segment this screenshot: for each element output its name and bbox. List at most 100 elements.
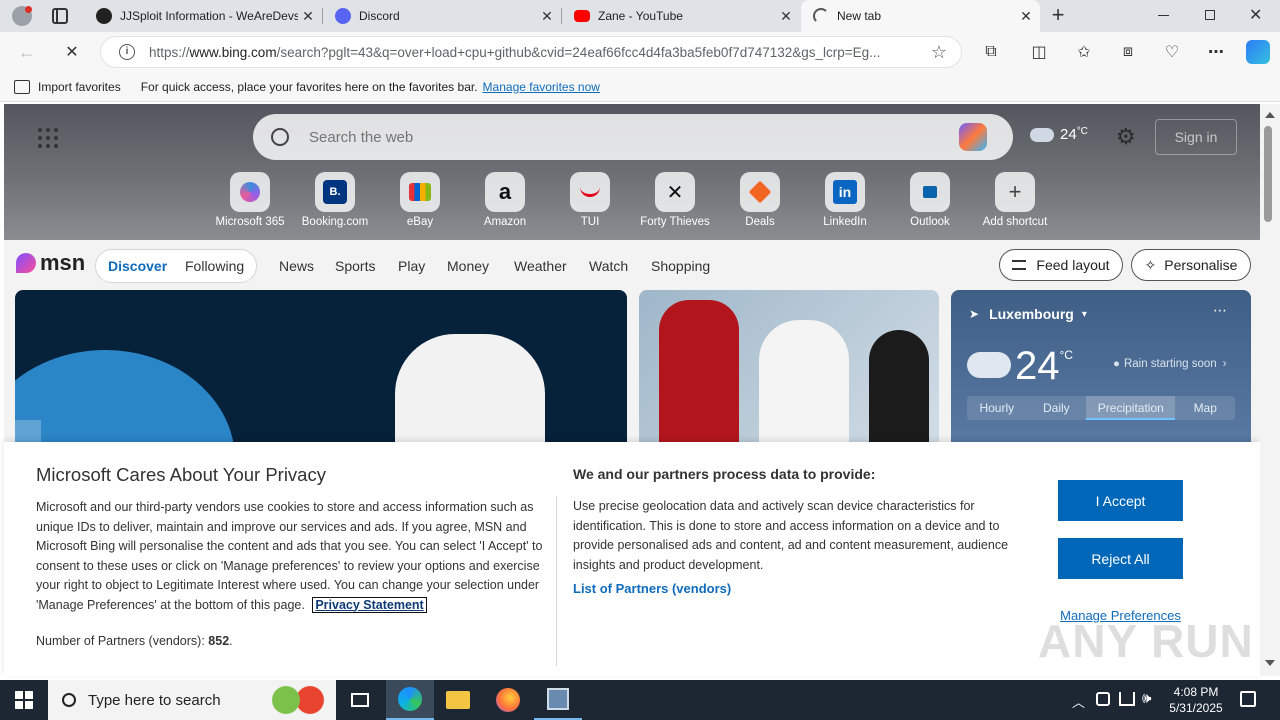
tab-discover[interactable]: Discover — [108, 258, 167, 274]
tab-jjsploit[interactable]: JJSploit Information - WeAreDevs ✕ — [84, 0, 322, 32]
search-box[interactable] — [253, 114, 1013, 160]
collections-icon[interactable]: ⧈ — [1117, 41, 1139, 63]
close-tab-icon[interactable]: ✕ — [537, 8, 557, 25]
task-view-icon — [351, 693, 369, 707]
close-tab-icon[interactable]: ✕ — [776, 8, 796, 25]
new-tab-icon[interactable]: + — [1048, 4, 1068, 28]
tab-discord[interactable]: Discord ✕ — [323, 0, 561, 32]
vendors-list-link[interactable]: List of Partners (vendors) — [573, 581, 731, 596]
show-hidden-icons[interactable]: ︿ — [1072, 692, 1085, 711]
favorites-icon[interactable]: ✩ — [1073, 41, 1095, 63]
weather-tab-hourly[interactable]: Hourly — [967, 396, 1027, 420]
accept-button[interactable]: I Accept — [1058, 480, 1183, 521]
chevron-right-icon[interactable]: › — [1223, 358, 1227, 370]
notifications-icon[interactable] — [1240, 691, 1256, 707]
copilot-icon[interactable] — [1246, 40, 1270, 64]
shortcut-amazon[interactable]: a Amazon — [464, 172, 546, 228]
weather-card[interactable]: ➤ Luxembourg ▾ ⋯ 24 °C ● Rain starting s… — [951, 290, 1251, 450]
browser-essentials-icon[interactable]: ♡ — [1161, 41, 1183, 63]
scroll-thumb[interactable] — [1264, 126, 1272, 222]
settings-gear-icon[interactable]: ⚙ — [1116, 124, 1136, 150]
taskbar-edge[interactable] — [386, 680, 434, 720]
shortcut-ebay[interactable]: eBay — [379, 172, 461, 228]
shortcut-booking[interactable]: B. Booking.com — [294, 172, 376, 228]
taskbar-search-box[interactable]: Type here to search — [48, 680, 336, 720]
search-input[interactable] — [309, 128, 949, 146]
chevron-down-icon[interactable]: ▾ — [1082, 309, 1087, 320]
privacy-statement-link[interactable]: Privacy Statement — [312, 596, 427, 613]
edge-icon — [398, 687, 422, 711]
consent-right-body: Use precise geolocation data and activel… — [573, 499, 1009, 572]
tab-actions-icon[interactable] — [52, 8, 68, 24]
more-options-icon[interactable]: ⋯ — [1213, 302, 1227, 319]
profile-avatar[interactable] — [12, 6, 32, 26]
weather-widget[interactable]: 24 °C — [1030, 126, 1088, 143]
nav-watch[interactable]: Watch — [589, 258, 628, 274]
restore-icon[interactable] — [1205, 10, 1215, 20]
close-tab-icon[interactable]: ✕ — [1016, 8, 1036, 25]
tab-following[interactable]: Following — [185, 258, 244, 274]
shortcut-add[interactable]: + Add shortcut — [974, 172, 1056, 228]
minimize-icon[interactable] — [1158, 15, 1169, 16]
volume-icon[interactable]: 🕪 — [1142, 690, 1151, 707]
sports-story-card[interactable] — [639, 290, 939, 450]
address-bar[interactable]: i https://www.bing.com/search?pglt=43&q=… — [100, 36, 962, 68]
shortcut-microsoft-365[interactable]: Microsoft 365 — [209, 172, 291, 228]
scroll-down-icon[interactable] — [1265, 660, 1275, 666]
clock-date: 5/31/2025 — [1169, 701, 1223, 715]
shortcut-linkedin[interactable]: in LinkedIn — [804, 172, 886, 228]
more-options-icon[interactable]: ⋯ — [1205, 41, 1227, 63]
extensions-icon[interactable]: ⧉ — [980, 41, 1002, 63]
site-info-icon[interactable]: i — [119, 44, 135, 60]
shortcut-tui[interactable]: TUI — [549, 172, 631, 228]
weather-tab-precipitation[interactable]: Precipitation — [1086, 396, 1176, 420]
meet-now-icon[interactable] — [1096, 692, 1110, 706]
deals-tag-icon — [740, 172, 780, 212]
hero-story-card[interactable] — [15, 290, 627, 450]
taskbar-clock[interactable]: 4:08 PM 5/31/2025 — [1164, 684, 1228, 716]
page-scrollbar[interactable] — [1260, 104, 1280, 676]
start-button[interactable] — [0, 680, 48, 720]
tab-new-tab[interactable]: New tab ✕ — [801, 0, 1040, 32]
taskbar-file-explorer[interactable] — [434, 680, 482, 720]
favorite-star-icon[interactable]: ☆ — [931, 42, 947, 63]
split-screen-icon[interactable]: ◫ — [1028, 41, 1050, 63]
reject-all-button[interactable]: Reject All — [1058, 538, 1183, 579]
copilot-search-icon[interactable] — [959, 123, 987, 151]
nav-money[interactable]: Money — [447, 258, 489, 274]
consent-divider — [556, 496, 557, 666]
import-favorites-icon[interactable] — [14, 79, 30, 94]
weather-location[interactable]: Luxembourg — [989, 306, 1074, 322]
personalise-button[interactable]: ✧ Personalise — [1131, 249, 1251, 281]
nav-shopping[interactable]: Shopping — [651, 258, 710, 274]
taskbar-firefox[interactable] — [484, 680, 532, 720]
shortcut-deals[interactable]: Deals — [719, 172, 801, 228]
nav-weather[interactable]: Weather — [514, 258, 567, 274]
weather-status: Rain starting soon — [1123, 358, 1217, 370]
nav-sports[interactable]: Sports — [335, 258, 375, 274]
search-icon — [62, 693, 76, 707]
import-favorites-button[interactable]: Import favorites — [38, 80, 121, 94]
back-icon[interactable]: ← — [16, 41, 38, 63]
taskbar-app-installer[interactable] — [534, 680, 582, 720]
weather-tab-daily[interactable]: Daily — [1027, 396, 1087, 420]
task-view-button[interactable] — [336, 680, 384, 720]
crossed-swords-icon: ✕ — [655, 172, 695, 212]
msn-logo[interactable]: msn — [16, 250, 85, 276]
nav-play[interactable]: Play — [398, 258, 425, 274]
loading-icon — [813, 8, 829, 24]
network-icon[interactable] — [1119, 692, 1135, 706]
close-tab-icon[interactable]: ✕ — [298, 8, 318, 25]
shortcut-forty-thieves[interactable]: ✕ Forty Thieves — [634, 172, 716, 228]
nav-news[interactable]: News — [279, 258, 314, 274]
tab-youtube[interactable]: Zane - YouTube ✕ — [562, 0, 800, 32]
weather-tab-map[interactable]: Map — [1175, 396, 1235, 420]
sign-in-button[interactable]: Sign in — [1155, 119, 1237, 155]
feed-layout-button[interactable]: Feed layout — [999, 249, 1123, 281]
shortcut-outlook[interactable]: Outlook — [889, 172, 971, 228]
manage-favorites-link[interactable]: Manage favorites now — [483, 80, 600, 94]
apps-launcher-icon[interactable] — [38, 128, 58, 148]
stop-loading-icon[interactable]: ✕ — [61, 41, 83, 63]
close-window-icon[interactable]: ✕ — [1249, 5, 1262, 25]
scroll-up-icon[interactable] — [1265, 112, 1275, 118]
